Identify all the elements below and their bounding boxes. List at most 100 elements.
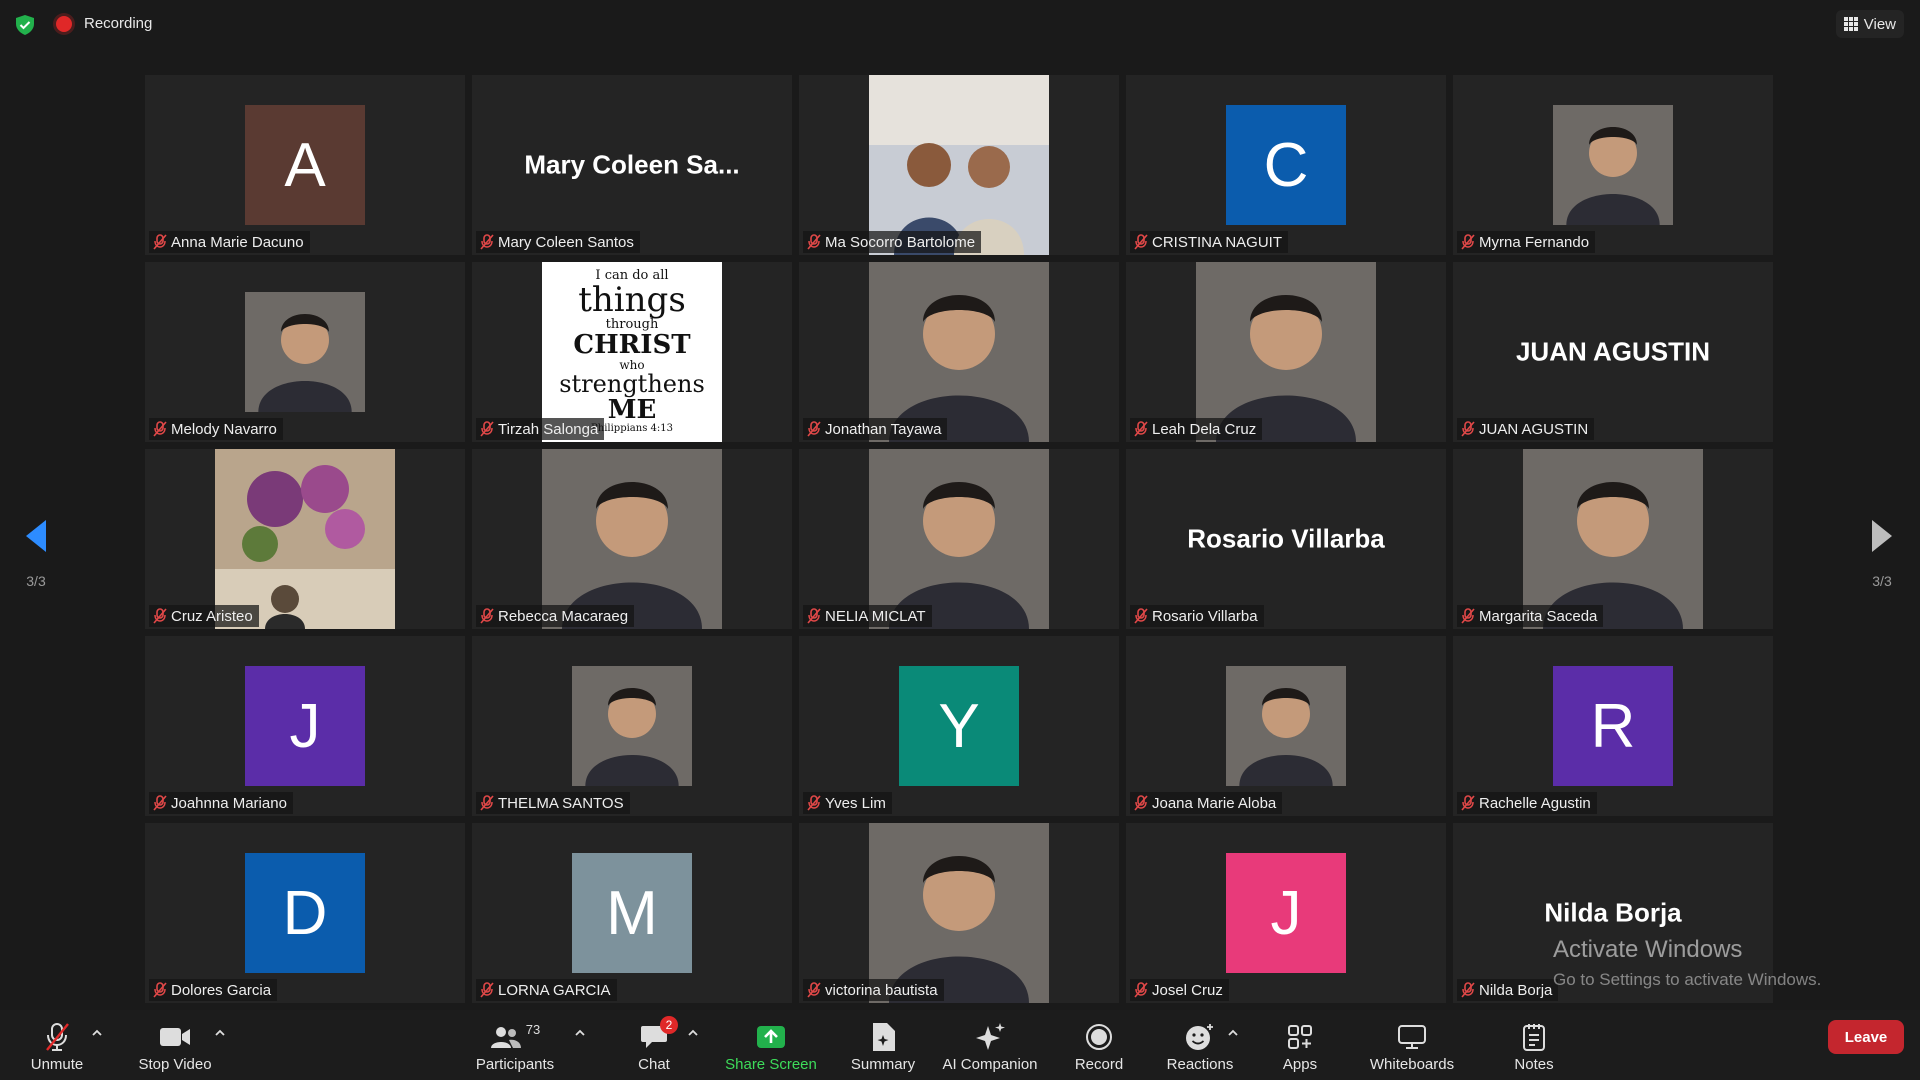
participants-icon [490, 1027, 521, 1048]
participant-name-label: Nilda Borja [1457, 979, 1559, 1001]
summary-button[interactable]: Summary [848, 1010, 918, 1080]
next-page-button[interactable]: 3/3 [1862, 518, 1902, 589]
participant-tile[interactable]: JUAN AGUSTIN JUAN AGUSTIN [1453, 262, 1773, 442]
mic-muted-icon [480, 795, 494, 811]
participant-name: Rosario Villarba [1152, 607, 1258, 625]
participant-tile[interactable]: Rebecca Macaraeg [472, 449, 792, 629]
apps-button[interactable]: Apps [1280, 1010, 1320, 1080]
video-camera-icon [160, 1028, 190, 1046]
participant-tile[interactable]: Mary Coleen Sa... Mary Coleen Santos [472, 75, 792, 255]
top-bar: Recording View [0, 0, 1920, 48]
participant-name: Tirzah Salonga [498, 420, 599, 438]
participant-name: Joana Marie Aloba [1152, 794, 1277, 812]
mic-muted-icon [1461, 982, 1475, 998]
recording-indicator-icon[interactable] [56, 16, 72, 32]
participant-tile[interactable]: THELMA SANTOS [472, 636, 792, 816]
participant-tile[interactable]: victorina bautista [799, 823, 1119, 1003]
participant-tile[interactable]: Margarita Saceda [1453, 449, 1773, 629]
chevron-up-icon[interactable] [213, 1026, 227, 1040]
participant-name: Rebecca Macaraeg [498, 607, 629, 625]
chevron-up-icon[interactable] [686, 1026, 700, 1040]
avatar: R [1553, 666, 1673, 786]
participant-tile[interactable]: I can do all things through CHRIST who streng… [472, 262, 792, 442]
participant-tile[interactable]: A Anna Marie Dacuno [145, 75, 465, 255]
participants-label: Participants [475, 1056, 555, 1073]
participant-tile[interactable]: Melody Navarro [145, 262, 465, 442]
participant-name: victorina bautista [825, 981, 938, 999]
participant-name-label: Rachelle Agustin [1457, 792, 1597, 814]
whiteboards-button[interactable]: Whiteboards [1366, 1010, 1458, 1080]
participant-name: CRISTINA NAGUIT [1152, 233, 1283, 251]
page-indicator-left: 3/3 [26, 573, 46, 589]
record-label: Record [1074, 1056, 1124, 1073]
activate-windows-title: Activate Windows [1553, 936, 1743, 963]
participant-tile[interactable]: Rosario Villarba Rosario Villarba [1126, 449, 1446, 629]
stop-video-button[interactable]: Stop Video [132, 1010, 218, 1080]
portrait-photo [245, 292, 365, 412]
chevron-up-icon[interactable] [90, 1026, 104, 1040]
participant-tile[interactable]: Cruz Aristeo [145, 449, 465, 629]
participant-name: Leah Dela Cruz [1152, 420, 1257, 438]
participant-tile[interactable]: NELIA MICLAT [799, 449, 1119, 629]
reactions-button[interactable]: Reactions [1165, 1010, 1235, 1080]
participant-tile[interactable]: C CRISTINA NAGUIT [1126, 75, 1446, 255]
participant-name: Ma Socorro Bartolome [825, 233, 976, 251]
mic-muted-icon [153, 982, 167, 998]
participant-display-name: Mary Coleen Sa... [524, 149, 740, 180]
participant-name-label: JUAN AGUSTIN [1457, 418, 1595, 440]
avatar: A [245, 105, 365, 225]
mic-muted-icon [1134, 982, 1148, 998]
ai-companion-label: AI Companion [942, 1056, 1038, 1073]
participant-tile[interactable]: Ma Socorro Bartolome [799, 75, 1119, 255]
couple-photo [869, 75, 1049, 255]
participant-tile[interactable]: R Rachelle Agustin [1453, 636, 1773, 816]
unmute-button[interactable]: Unmute [24, 1010, 90, 1080]
participant-tile[interactable]: Joana Marie Aloba [1126, 636, 1446, 816]
participant-tile[interactable]: Y Yves Lim [799, 636, 1119, 816]
mic-muted-icon [807, 608, 821, 624]
participant-name-label: Joana Marie Aloba [1130, 792, 1283, 814]
view-button[interactable]: View [1835, 10, 1904, 38]
participant-name-label: Myrna Fernando [1457, 231, 1596, 253]
recording-label[interactable]: Recording [84, 15, 152, 32]
avatar: C [1226, 105, 1346, 225]
participant-tile[interactable]: J Joahnna Mariano [145, 636, 465, 816]
participant-tile[interactable]: D Dolores Garcia [145, 823, 465, 1003]
participant-tile[interactable]: J Josel Cruz [1126, 823, 1446, 1003]
chevron-up-icon[interactable] [573, 1026, 587, 1040]
mic-muted-icon [1461, 421, 1475, 437]
participant-name-label: Joahnna Mariano [149, 792, 293, 814]
participant-name: Margarita Saceda [1479, 607, 1598, 625]
shield-icon[interactable] [14, 14, 36, 36]
participant-display-name: JUAN AGUSTIN [1515, 336, 1711, 367]
notes-button[interactable]: Notes [1510, 1010, 1558, 1080]
participant-name-label: CRISTINA NAGUIT [1130, 231, 1289, 253]
quote-line: ME [607, 395, 657, 426]
leave-button[interactable]: Leave [1828, 1020, 1904, 1054]
ai-companion-button[interactable]: AI Companion [940, 1010, 1040, 1080]
previous-page-button[interactable]: 3/3 [16, 518, 56, 589]
record-button[interactable]: Record [1072, 1010, 1126, 1080]
chevron-up-icon[interactable] [1226, 1026, 1240, 1040]
share-screen-button[interactable]: Share Screen [724, 1010, 818, 1080]
participant-tile[interactable]: M LORNA GARCIA [472, 823, 792, 1003]
mic-muted-icon [807, 421, 821, 437]
participant-tile[interactable]: Myrna Fernando [1453, 75, 1773, 255]
participant-tile[interactable]: Jonathan Tayawa [799, 262, 1119, 442]
participant-name: Josel Cruz [1152, 981, 1223, 999]
portrait-photo [869, 449, 1049, 629]
mic-muted-icon [480, 234, 494, 250]
participants-button[interactable]: 73 Participants [470, 1010, 560, 1080]
participant-tile[interactable]: Leah Dela Cruz [1126, 262, 1446, 442]
participant-display-name: Nilda Borja [1544, 897, 1682, 928]
chat-button[interactable]: 2 Chat [634, 1010, 678, 1080]
apps-label: Apps [1282, 1056, 1318, 1073]
participant-name-label: Yves Lim [803, 792, 892, 814]
participant-name-label: Rosario Villarba [1130, 605, 1264, 627]
notes-icon [1523, 1024, 1545, 1051]
mic-muted-icon [1461, 795, 1475, 811]
portrait-photo [1553, 105, 1673, 225]
portrait-photo [572, 666, 692, 786]
portrait-photo [869, 262, 1049, 442]
quote-line: things [578, 279, 686, 320]
